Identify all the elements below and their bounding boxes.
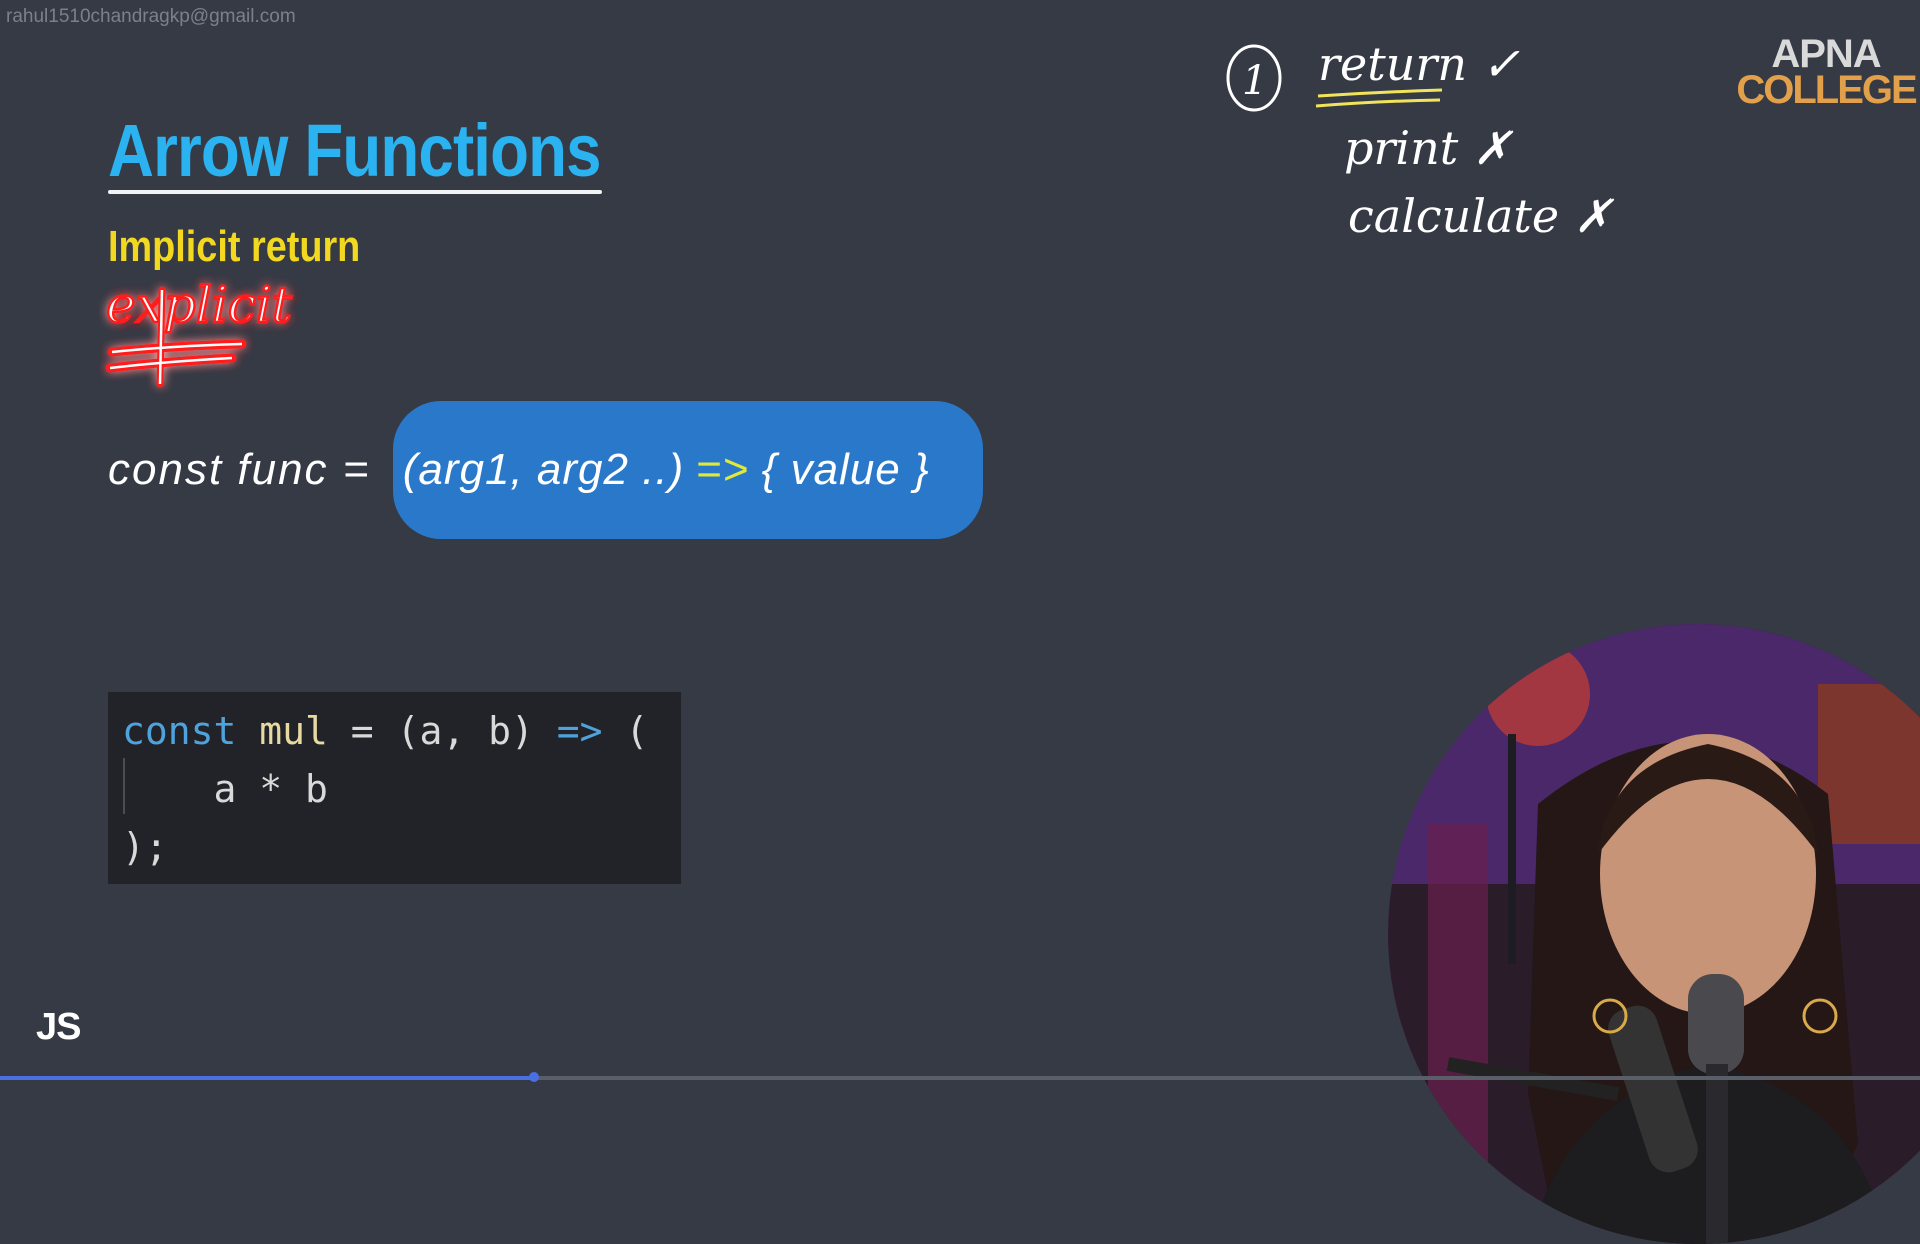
watermark-email: rahul1510chandragkp@gmail.com: [6, 6, 296, 27]
indent-guide: [123, 758, 125, 814]
code-line-3: );: [122, 825, 168, 869]
annotation-calculate: calculate ✗: [1348, 189, 1615, 243]
presenter-webcam: [1388, 624, 1920, 1244]
annotation-return: return ✓: [1318, 37, 1520, 91]
title-underline: [108, 190, 602, 194]
yellow-underline-2: [1315, 98, 1441, 108]
syntax-body: { value }: [761, 445, 930, 494]
red-strike-1: [107, 339, 247, 357]
slide-subtitle: Implicit return: [108, 222, 361, 271]
annotation-print: print ✗: [1344, 121, 1514, 175]
slide-title: Arrow Functions: [108, 109, 602, 192]
code-identifier: mul: [259, 709, 328, 753]
yellow-underline-1: [1317, 88, 1443, 98]
code-open-paren: (: [602, 709, 649, 753]
apna-college-logo: APNA COLLEGE: [1726, 32, 1920, 112]
red-strike-core: [109, 289, 243, 385]
presenter-image: [1388, 624, 1920, 1244]
video-progress-handle[interactable]: [528, 1072, 539, 1082]
video-progress-fill: [0, 1076, 534, 1080]
code-arrow: =>: [556, 709, 603, 753]
circled-number-ring: [1226, 44, 1282, 112]
red-strike-2: [105, 353, 237, 373]
code-line-2: a * b: [122, 767, 328, 811]
red-annotation-word: explicit: [106, 276, 293, 334]
circled-number: 1: [1242, 58, 1267, 104]
code-keyword: const: [122, 709, 237, 753]
logo-line-college: COLLEGE: [1736, 68, 1917, 112]
syntax-prefix: const func =: [108, 445, 385, 494]
code-params: (a, b): [396, 709, 557, 753]
syntax-highlight-pill: (arg1, arg2 ..) => { value }: [392, 401, 983, 539]
syntax-example: const func = (arg1, arg2 ..) => { value …: [108, 400, 983, 540]
logo-line-apna: APNA: [1771, 32, 1881, 76]
red-annotation: explicit: [105, 275, 294, 388]
syntax-args: (arg1, arg2 ..): [402, 445, 685, 494]
syntax-arrow: =>: [696, 445, 750, 494]
code-block: const mul = (a, b) => ( a * b );: [108, 692, 681, 884]
code-equals: =: [327, 709, 397, 753]
code-line-1: const mul = (a, b) => (: [122, 702, 681, 760]
red-strike-3: [156, 286, 166, 388]
js-badge: JS: [36, 1006, 81, 1048]
